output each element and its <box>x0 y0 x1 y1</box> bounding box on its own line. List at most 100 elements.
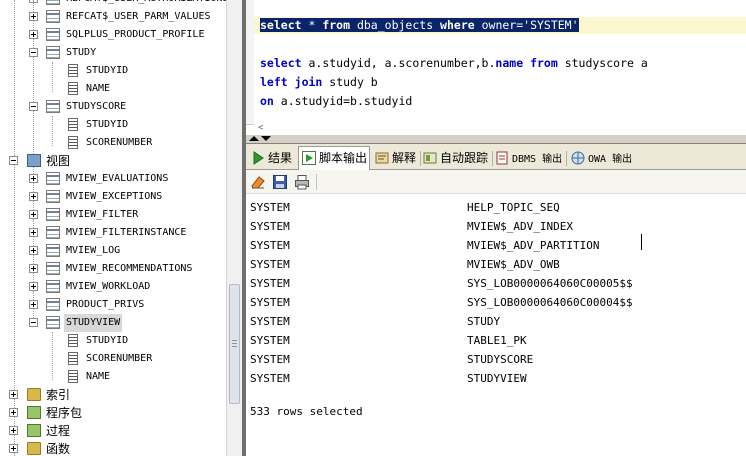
tree-row[interactable]: STUDYSCORE <box>0 98 226 116</box>
tree-row[interactable]: STUDYID <box>0 62 226 80</box>
expand-icon[interactable] <box>9 390 18 399</box>
column-icon <box>68 82 78 95</box>
tab-owa-output[interactable]: OWA 输出 <box>568 147 640 169</box>
tree-row[interactable]: REFCAT$_USER_PARM_VALUES <box>0 8 226 26</box>
collapse-icon[interactable] <box>9 156 18 165</box>
tree-scrollbar[interactable] <box>226 0 242 456</box>
sql-line-4[interactable]: left join study b <box>260 74 378 91</box>
tree-row[interactable]: STUDYID <box>0 332 226 350</box>
text-caret <box>641 234 642 250</box>
sql-keyword: name <box>495 56 524 70</box>
eraser-icon[interactable] <box>250 174 266 190</box>
tree-row[interactable]: NAME <box>0 80 226 98</box>
sql-text: a.studyid, a.scorenumber,b. <box>301 56 496 70</box>
table-icon <box>46 262 60 275</box>
sql-line-5[interactable]: on a.studyid=b.studyid <box>260 93 412 110</box>
table-icon <box>46 46 60 59</box>
expand-icon[interactable] <box>29 264 38 273</box>
sql-line-1[interactable]: select * from dba_objects where owner='S… <box>254 17 746 34</box>
tree-row[interactable]: SCORENUMBER <box>0 134 226 152</box>
expand-icon[interactable] <box>29 12 38 21</box>
table-icon <box>46 244 60 257</box>
sql-editor[interactable]: select * from dba_objects where owner='S… <box>246 0 746 125</box>
expand-icon[interactable] <box>9 426 18 435</box>
output-object-name: MVIEW$_ADV_INDEX <box>467 220 573 233</box>
sql-keyword: left <box>260 75 288 89</box>
expand-icon[interactable] <box>9 444 18 453</box>
table-icon <box>46 298 60 311</box>
tab-autotrace[interactable]: 自动跟踪 <box>420 147 493 169</box>
print-icon[interactable] <box>294 174 310 190</box>
dbms-output-icon <box>496 151 508 165</box>
editor-hscrollbar[interactable]: < <box>254 122 746 134</box>
output-tabs: 结果 脚本输出 解释 自动跟踪 DBMS 输出 OWA 输出 <box>246 144 746 170</box>
autotrace-icon <box>423 152 437 164</box>
output-object-name: STUDYSCORE <box>467 353 534 366</box>
sql-text: a.studyid=b.studyid <box>273 94 413 108</box>
tree-row[interactable]: MVIEW_FILTER <box>0 206 226 224</box>
tree-row[interactable]: MVIEW_WORKLOAD <box>0 278 226 296</box>
script-run-icon <box>302 151 316 165</box>
sql-string: 'SYSTEM' <box>523 18 579 32</box>
tree-row[interactable]: MVIEW_FILTERINSTANCE <box>0 224 226 242</box>
object-tree[interactable]: REFCAT$_USER_AUTHORIZATIONS REFCAT$_USER… <box>0 0 226 456</box>
tree-row[interactable]: STUDY <box>0 44 226 62</box>
expand-icon[interactable] <box>9 408 18 417</box>
scroll-left-icon[interactable]: < <box>258 123 263 133</box>
output-owner: SYSTEM <box>250 296 290 309</box>
tree-row[interactable]: 视图 <box>0 152 226 170</box>
table-icon <box>46 190 60 203</box>
script-output-area[interactable]: SYSTEM HELP_TOPIC_SEQ SYSTEM MVIEW$_ADV_IND… <box>246 194 746 456</box>
output-owner: SYSTEM <box>250 201 290 214</box>
output-object-name: MVIEW$_ADV_PARTITION <box>467 239 600 252</box>
tab-script-output[interactable]: 脚本输出 <box>298 146 370 170</box>
tree-row[interactable]: 过程 <box>0 422 226 440</box>
expand-icon[interactable] <box>29 246 38 255</box>
sql-text: studyscore a <box>557 56 648 70</box>
tree-row[interactable]: MVIEW_EVALUATIONS <box>0 170 226 188</box>
sql-line-3[interactable]: select a.studyid, a.scorenumber,b.name f… <box>260 55 648 72</box>
tree-row[interactable]: MVIEW_RECOMMENDATIONS <box>0 260 226 278</box>
tree-row[interactable]: 函数 <box>0 440 226 456</box>
expand-icon[interactable] <box>29 174 38 183</box>
tree-row[interactable]: STUDYVIEW <box>0 314 226 332</box>
collapse-icon[interactable] <box>29 102 38 111</box>
package-folder-icon <box>27 424 41 437</box>
expand-icon[interactable] <box>29 228 38 237</box>
tab-dbms-output[interactable]: DBMS 输出 <box>492 147 567 169</box>
tree-row[interactable]: NAME <box>0 368 226 386</box>
output-object-name: HELP_TOPIC_SEQ <box>467 201 560 214</box>
tree-row[interactable]: MVIEW_EXCEPTIONS <box>0 188 226 206</box>
tree-item-label: 视图 <box>46 154 71 168</box>
tree-row[interactable]: STUDYID <box>0 116 226 134</box>
tree-item-label: STUDYSCORE <box>66 101 127 112</box>
tree-row[interactable]: PRODUCT_PRIVS <box>0 296 226 314</box>
tree-row[interactable]: 程序包 <box>0 404 226 422</box>
tree-scroll-thumb[interactable] <box>229 284 240 404</box>
tree-item-label: 过程 <box>46 424 71 438</box>
tab-explain[interactable]: 解释 <box>372 147 421 169</box>
expand-icon[interactable] <box>29 192 38 201</box>
tab-results[interactable]: 结果 <box>248 147 299 169</box>
tree-item-label: SCORENUMBER <box>86 137 153 148</box>
tree-row[interactable]: 索引 <box>0 386 226 404</box>
rows-selected-summary: 533 rows selected <box>250 405 363 418</box>
expand-icon[interactable] <box>29 210 38 219</box>
collapse-icon[interactable] <box>29 48 38 57</box>
tree-row[interactable]: MVIEW_LOG <box>0 242 226 260</box>
horizontal-splitter[interactable] <box>246 134 746 144</box>
globe-icon <box>571 151 585 165</box>
column-icon <box>68 352 78 365</box>
tree-row[interactable]: SCORENUMBER <box>0 350 226 368</box>
expand-icon[interactable] <box>29 300 38 309</box>
save-icon[interactable] <box>272 174 288 190</box>
output-object-name: TABLE1_PK <box>467 334 527 347</box>
collapse-icon[interactable] <box>29 318 38 327</box>
tree-row[interactable]: SQLPLUS_PRODUCT_PROFILE <box>0 26 226 44</box>
tree-item-label: NAME <box>86 371 111 382</box>
expand-icon[interactable] <box>29 30 38 39</box>
splitter-arrows-icon[interactable] <box>248 135 274 143</box>
tree-item-label: 程序包 <box>46 406 83 420</box>
expand-icon[interactable] <box>29 282 38 291</box>
